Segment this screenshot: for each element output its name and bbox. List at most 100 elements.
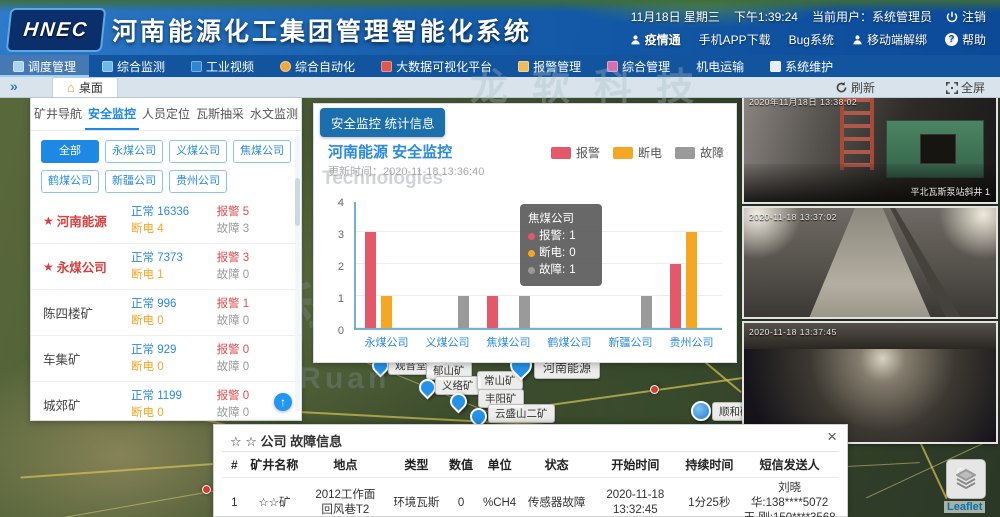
bug-system-link[interactable]: Bug系统	[789, 31, 834, 48]
scroll-up-button[interactable]: ↑	[274, 393, 292, 411]
refresh-button[interactable]: 刷新	[835, 79, 875, 96]
refresh-icon	[835, 81, 848, 94]
x-axis-label[interactable]: 新疆公司	[600, 334, 661, 350]
collapse-chevrons-icon[interactable]: »	[10, 78, 18, 94]
nav-industrial-video[interactable]: 工业视频	[178, 55, 267, 77]
dispatch-monitor-icon	[13, 61, 24, 72]
bar-故障[interactable]	[519, 296, 530, 328]
y-tick-label: 1	[314, 293, 344, 305]
help-icon: ?	[945, 33, 958, 46]
table-row[interactable]: 1 ☆☆矿 2012工作面 回风巷T2 环境瓦斯 0 %CH4 传感器故障 20…	[222, 478, 839, 517]
y-tick-label: 0	[314, 325, 344, 337]
company-status-list: ★河南能源 正常 16336 报警 5 断电 4 故障 3 ★永煤公司 正常 7…	[31, 198, 301, 420]
fault-table: #矿井名称 地点类型 数值单位 状态开始时间 持续时间短信发送人 1 ☆☆矿 2…	[222, 451, 839, 517]
city-marker	[650, 385, 659, 394]
filter-hemei-button[interactable]: 鹤煤公司	[41, 170, 99, 193]
company-row[interactable]: 陈四楼矿 正常 996 报警 1 断电 0 故障 0	[31, 290, 301, 336]
legend-poweroff[interactable]: 断电	[613, 144, 662, 161]
tab-gas-extraction[interactable]: 瓦斯抽采	[193, 98, 247, 130]
scrollbar-thumb[interactable]	[295, 178, 300, 226]
filter-yimei-button[interactable]: 义煤公司	[169, 140, 227, 163]
nav-dispatch[interactable]: 调度管理	[0, 55, 89, 77]
camera-timestamp: 2020-11-18 13:37:02	[749, 212, 837, 222]
camera-feed-2[interactable]: 2020-11-18 13:37:02	[742, 206, 998, 319]
main-nav: 调度管理 综合监测 工业视频 综合自动化 大数据可视化平台 报警管理 综合管理 …	[0, 55, 1000, 77]
filter-yongmei-button[interactable]: 永煤公司	[105, 140, 163, 163]
filter-xinjiang-button[interactable]: 新疆公司	[105, 170, 163, 193]
tab-mine-navigation[interactable]: 矿井导航	[31, 98, 85, 130]
filter-guizhou-button[interactable]: 贵州公司	[169, 170, 227, 193]
scrollbar-track[interactable]	[295, 134, 300, 412]
nav-bigdata-platform[interactable]: 大数据可视化平台	[368, 55, 505, 77]
help-link[interactable]: ? 帮助	[945, 31, 986, 48]
close-icon[interactable]: ×	[827, 428, 837, 445]
tab-safety-monitoring[interactable]: 安全监控	[85, 98, 139, 130]
statistics-chart-card: 安全监控 统计信息 河南能源 安全监控 更新时间：2020-11-18 13:3…	[313, 103, 737, 363]
hnec-logo: HNEC	[6, 8, 107, 52]
nav-electromechanical[interactable]: 机电运输	[683, 55, 757, 77]
x-axis-label[interactable]: 永煤公司	[356, 334, 417, 350]
app-header: HNEC 河南能源化工集团管理智能化系统 11月18日 星期三 下午1:39:2…	[0, 0, 1000, 55]
legend-fault[interactable]: 故障	[675, 144, 724, 161]
safety-monitor-panel: 矿井导航 安全监控 人员定位 瓦斯抽采 水文监测 全部 永煤公司 义煤公司 焦煤…	[30, 97, 302, 421]
nav-management[interactable]: 综合管理	[594, 55, 683, 77]
bar-报警[interactable]	[487, 296, 498, 328]
bar-故障[interactable]	[641, 296, 652, 328]
x-axis-label[interactable]: 焦煤公司	[478, 334, 539, 350]
fullscreen-icon	[946, 82, 958, 94]
bar-断电[interactable]	[381, 296, 392, 328]
mobile-unbind-link[interactable]: 移动端解绑	[852, 31, 927, 48]
monitor-icon	[102, 61, 113, 72]
bar-断电[interactable]	[686, 232, 697, 328]
chart-tooltip: 焦煤公司 报警:1 断电:0 故障:1	[520, 204, 602, 286]
tab-personnel-location[interactable]: 人员定位	[139, 98, 193, 130]
bar-报警[interactable]	[365, 232, 376, 328]
bar-故障[interactable]	[458, 296, 469, 328]
map-marker-label[interactable]: 云盛山二矿	[488, 404, 555, 423]
nav-monitoring[interactable]: 综合监测	[89, 55, 178, 77]
tooltip-dot	[528, 250, 535, 257]
panel-tabs: 矿井导航 安全监控 人员定位 瓦斯抽采 水文监测	[31, 98, 301, 131]
x-axis-label[interactable]: 义煤公司	[417, 334, 478, 350]
camera-scene	[744, 208, 996, 317]
fullscreen-button[interactable]: 全屏	[946, 79, 985, 96]
dashboard-root: 观音堂矿 郁山矿 义络矿 常山矿 丰阳矿 云盛山二矿 河南能源 顺和矿 龙软科技…	[0, 0, 1000, 517]
map-layers-button[interactable]	[946, 459, 986, 499]
layers-icon	[954, 467, 978, 491]
tab-hydrology[interactable]: 水文监测	[247, 98, 301, 130]
chart-updated-time: 更新时间：2020-11-18 13:36:40	[328, 163, 484, 179]
nav-alarm-management[interactable]: 报警管理	[505, 55, 594, 77]
x-axis-label[interactable]: 鹤煤公司	[539, 334, 600, 350]
nav-automation[interactable]: 综合自动化	[267, 55, 368, 77]
tab-bar: » ⌂ 桌面 刷新 全屏	[0, 77, 1000, 98]
legend-alarm[interactable]: 报警	[551, 144, 600, 161]
x-axis-label[interactable]: 贵州公司	[661, 334, 722, 350]
alarm-book-icon	[518, 61, 529, 72]
cursor-icon	[770, 61, 781, 72]
city-marker	[202, 485, 211, 494]
map-attribution[interactable]: Leaflet	[944, 501, 985, 513]
person-icon	[630, 34, 641, 45]
tab-desktop[interactable]: ⌂ 桌面	[52, 77, 118, 97]
star-icon: ★	[43, 214, 54, 228]
bar-报警[interactable]	[670, 264, 681, 328]
app-download-link[interactable]: 手机APP下载	[699, 31, 771, 48]
header-time: 下午1:39:24	[734, 8, 798, 25]
table-header-row: #矿井名称 地点类型 数值单位 状态开始时间 持续时间短信发送人	[222, 452, 839, 478]
company-row[interactable]: ★永煤公司 正常 7373 报警 3 断电 1 故障 0	[31, 244, 301, 290]
map-pin[interactable]	[691, 401, 711, 421]
person-icon	[852, 34, 863, 45]
company-row[interactable]: ★河南能源 正常 16336 报警 5 断电 4 故障 3	[31, 198, 301, 244]
camera-feed-1[interactable]: 2020年11月18日 13:38:02 平北瓦斯泵站斜井 1	[742, 90, 998, 204]
home-icon: ⌂	[67, 80, 75, 95]
company-row[interactable]: 车集矿 正常 929 报警 0 断电 0 故障 0	[31, 336, 301, 382]
bar-group: 义煤公司	[417, 202, 478, 328]
nav-system-maintenance[interactable]: 系统维护	[757, 55, 846, 77]
filter-jiaomei-button[interactable]: 焦煤公司	[233, 140, 291, 163]
logout-button[interactable]: 注销	[946, 8, 986, 25]
epidemic-link[interactable]: 疫情通	[630, 31, 681, 48]
bar-group: 新疆公司	[600, 202, 661, 328]
filter-all-button[interactable]: 全部	[41, 140, 99, 163]
chart-legend: 报警 断电 故障	[551, 144, 724, 161]
company-row[interactable]: 城郊矿 正常 1199 报警 0 断电 0 故障 0	[31, 382, 301, 420]
